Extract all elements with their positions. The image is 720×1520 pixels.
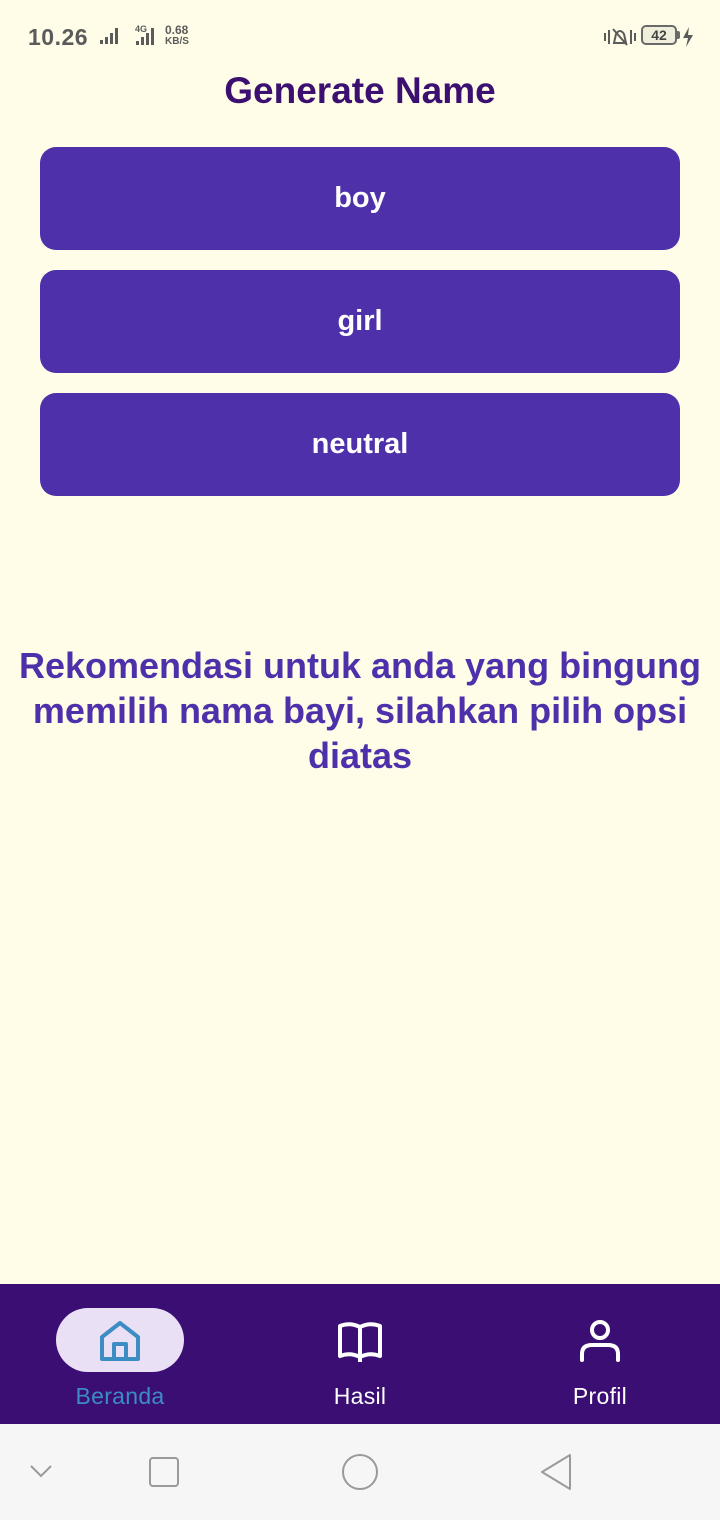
- nav-label-profil: Profil: [572, 1383, 628, 1409]
- nav-item-beranda[interactable]: Beranda: [0, 1284, 240, 1424]
- recommendation-line-2: memilih nama bayi, silahkan pilih opsi: [32, 690, 688, 731]
- network-speed-value: 0.68: [165, 23, 189, 37]
- nav-label-beranda: Beranda: [75, 1383, 165, 1409]
- charging-icon: [683, 27, 693, 47]
- person-icon: [580, 1320, 620, 1362]
- status-bar: 10.26 4G 0.68 KB/S 42: [0, 0, 720, 72]
- vibrate-icon: [604, 28, 636, 46]
- back-triangle-icon[interactable]: [538, 1452, 574, 1492]
- nav-label-hasil: Hasil: [333, 1383, 387, 1409]
- recommendation-text: Rekomendasi untuk anda yang bingung memi…: [0, 643, 720, 778]
- battery-indicator: 42: [641, 25, 677, 45]
- network-type: 4G: [135, 24, 148, 34]
- home-circle-icon[interactable]: [340, 1452, 380, 1492]
- girl-button[interactable]: girl: [40, 270, 680, 373]
- page-title: Generate Name: [224, 70, 496, 111]
- recents-square-icon[interactable]: [148, 1456, 180, 1488]
- book-icon: [338, 1322, 382, 1362]
- nav-item-profil[interactable]: Profil: [480, 1284, 720, 1424]
- recommendation-line-1: Rekomendasi untuk anda yang bingung: [18, 645, 702, 686]
- network-speed: 0.68 KB/S: [165, 24, 189, 48]
- bottom-navigation: Beranda Hasil Profil: [0, 1284, 720, 1424]
- home-icon: [100, 1321, 140, 1361]
- system-navigation-bar: [0, 1424, 720, 1520]
- neutral-button[interactable]: neutral: [40, 393, 680, 496]
- battery-tip: [677, 31, 680, 39]
- boy-button[interactable]: boy: [40, 147, 680, 250]
- status-time: 10.26: [28, 24, 89, 50]
- chevron-down-icon[interactable]: [28, 1462, 54, 1480]
- nav-item-hasil[interactable]: Hasil: [240, 1284, 480, 1424]
- network-speed-unit: KB/S: [165, 36, 189, 47]
- signal-strength-icon: [100, 28, 118, 44]
- recommendation-line-3: diatas: [307, 735, 413, 776]
